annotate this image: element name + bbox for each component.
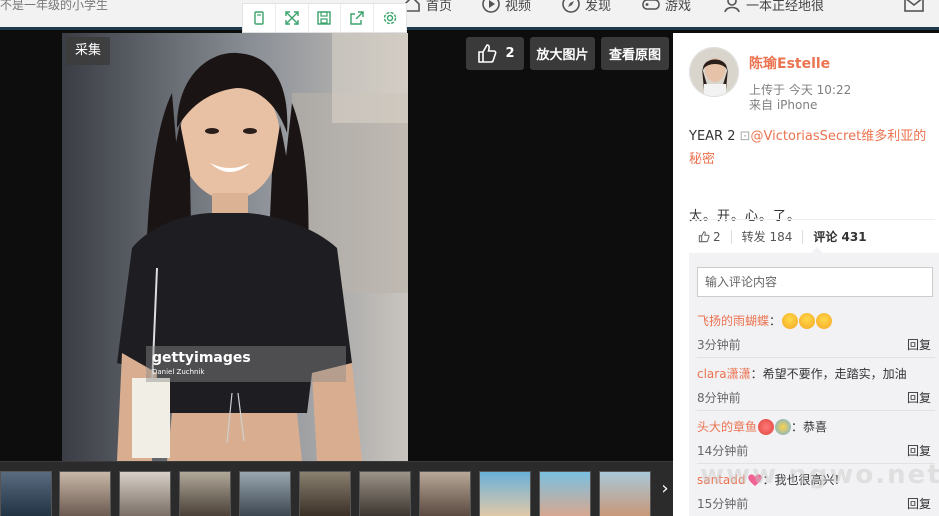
search-hint[interactable]: 不是一年级的小学生 [0, 0, 108, 13]
username[interactable]: 陈瑜Estelle [749, 53, 830, 73]
comment-item: clara潇潇 ：希望不要作，走踏实，加油 8分钟前 回复 [697, 358, 935, 411]
share-icon [350, 11, 364, 25]
like-action-count: 2 [713, 229, 721, 244]
thumbnail[interactable] [59, 471, 111, 516]
emoji-icon [782, 312, 799, 329]
thumbs-up-icon [478, 43, 497, 63]
video-icon [482, 0, 500, 13]
emoji-icon [758, 418, 775, 435]
compass-icon [562, 0, 580, 13]
nav-discover[interactable]: 发现 [561, 0, 611, 14]
zoom-image-button[interactable]: 放大图片 [530, 37, 595, 70]
comment-item: 飞扬的雨蝴蝶： 3分钟前 回复 [697, 305, 935, 358]
comment-action[interactable]: 评论 431 [803, 230, 876, 244]
nav-discover-label: 发现 [585, 0, 612, 14]
post-content: YEAR 2 ⊡@VictoriasSecret维多利亚的秘密 太。开。心。了。 [689, 125, 935, 228]
getty-watermark: gettyimages Daniel Zuchnik [146, 346, 346, 382]
thumbnail[interactable] [599, 471, 651, 516]
thumbnail[interactable] [479, 471, 531, 516]
comment-text: ：恭喜 [791, 420, 828, 434]
main-photo[interactable] [62, 33, 408, 461]
comment-reply-button[interactable]: 回复 [907, 389, 931, 406]
thumbnail-strip [0, 461, 673, 516]
copy-icon [254, 11, 264, 25]
link-icon: ⊡ [739, 129, 751, 144]
comment-user[interactable]: 飞扬的雨蝴蝶 [697, 312, 769, 329]
nav-home[interactable]: 首页 [402, 0, 452, 14]
user-icon [724, 0, 740, 13]
comment-input[interactable] [697, 267, 933, 297]
toolbar-share[interactable] [341, 4, 375, 32]
thumbnail[interactable] [419, 471, 471, 516]
comment-reply-button[interactable]: 回复 [907, 495, 931, 512]
comment-user[interactable]: clara潇潇 [697, 365, 751, 382]
thumbnail[interactable] [299, 471, 351, 516]
thumbnail[interactable] [0, 471, 52, 516]
thumbnail[interactable] [239, 471, 291, 516]
image-toolbar [242, 3, 407, 33]
view-original-button[interactable]: 查看原图 [601, 37, 669, 70]
gamepad-icon [642, 0, 660, 10]
post-panel: 陈瑜Estelle 上传于 今天 10:22 来自 iPhone YEAR 2 … [673, 33, 939, 516]
nav-video[interactable]: 视频 [481, 0, 531, 14]
toolbar-fullscreen[interactable] [276, 4, 309, 32]
thumbnail[interactable] [119, 471, 171, 516]
comment-reply-button[interactable]: 回复 [907, 442, 931, 459]
avatar[interactable] [689, 47, 739, 97]
nav-game[interactable]: 游戏 [641, 0, 691, 14]
toolbar-save[interactable] [309, 4, 342, 32]
watermark-brand: gettyimages [152, 350, 251, 366]
thumbnail[interactable] [359, 471, 411, 516]
nav-game-label: 游戏 [665, 0, 692, 14]
top-nav: 不是一年级的小学生 首页 视频 发现 游戏 一本正经地很 [0, 0, 939, 30]
emoji-icon [816, 312, 833, 329]
comment-time: 8分钟前 [697, 391, 741, 405]
balloon-icon [775, 418, 792, 435]
collect-button[interactable]: 采集 [66, 37, 111, 65]
nav-video-label: 视频 [505, 0, 532, 14]
fullscreen-icon [284, 11, 299, 25]
toolbar-settings[interactable] [374, 4, 406, 32]
comment-text: ： [769, 314, 782, 328]
site-watermark: www.ngwo.net [700, 460, 939, 490]
like-button[interactable]: 2 [466, 37, 524, 70]
gear-icon [383, 11, 397, 25]
nav-user-label: 一本正经地很 [746, 0, 825, 14]
comment-item: 头大的章鱼 ：恭喜 14分钟前 回复 [697, 411, 935, 464]
thumbnail[interactable] [179, 471, 231, 516]
nav-user[interactable]: 一本正经地很 [722, 0, 824, 14]
post-prefix: YEAR 2 [689, 129, 740, 144]
comment-reply-button[interactable]: 回复 [907, 336, 931, 353]
post-source: 来自 iPhone [749, 98, 818, 112]
nav-home-label: 首页 [426, 0, 453, 14]
watermark-credit: Daniel Zuchnik [152, 368, 205, 376]
comment-user[interactable]: 头大的章鱼 [697, 418, 757, 435]
comment-text: ：希望不要作，走踏实，加油 [750, 367, 907, 381]
toolbar-copy[interactable] [243, 4, 276, 32]
thumbnail-next-button[interactable]: › [657, 461, 673, 516]
mail-icon[interactable] [903, 0, 925, 14]
save-icon [317, 11, 332, 25]
thumbnail[interactable] [539, 471, 591, 516]
repost-action[interactable]: 转发 184 [732, 229, 804, 244]
emoji-icon [799, 312, 816, 329]
like-action[interactable]: 2 [689, 229, 732, 244]
thumbs-up-icon [698, 230, 710, 242]
image-viewer: 采集 2 放大图片 查看原图 gettyimages Daniel Zuchni… [0, 33, 673, 461]
comment-time: 3分钟前 [697, 338, 741, 352]
comment-time: 14分钟前 [697, 444, 749, 458]
like-count: 2 [505, 46, 515, 61]
comment-time: 15分钟前 [697, 497, 749, 511]
